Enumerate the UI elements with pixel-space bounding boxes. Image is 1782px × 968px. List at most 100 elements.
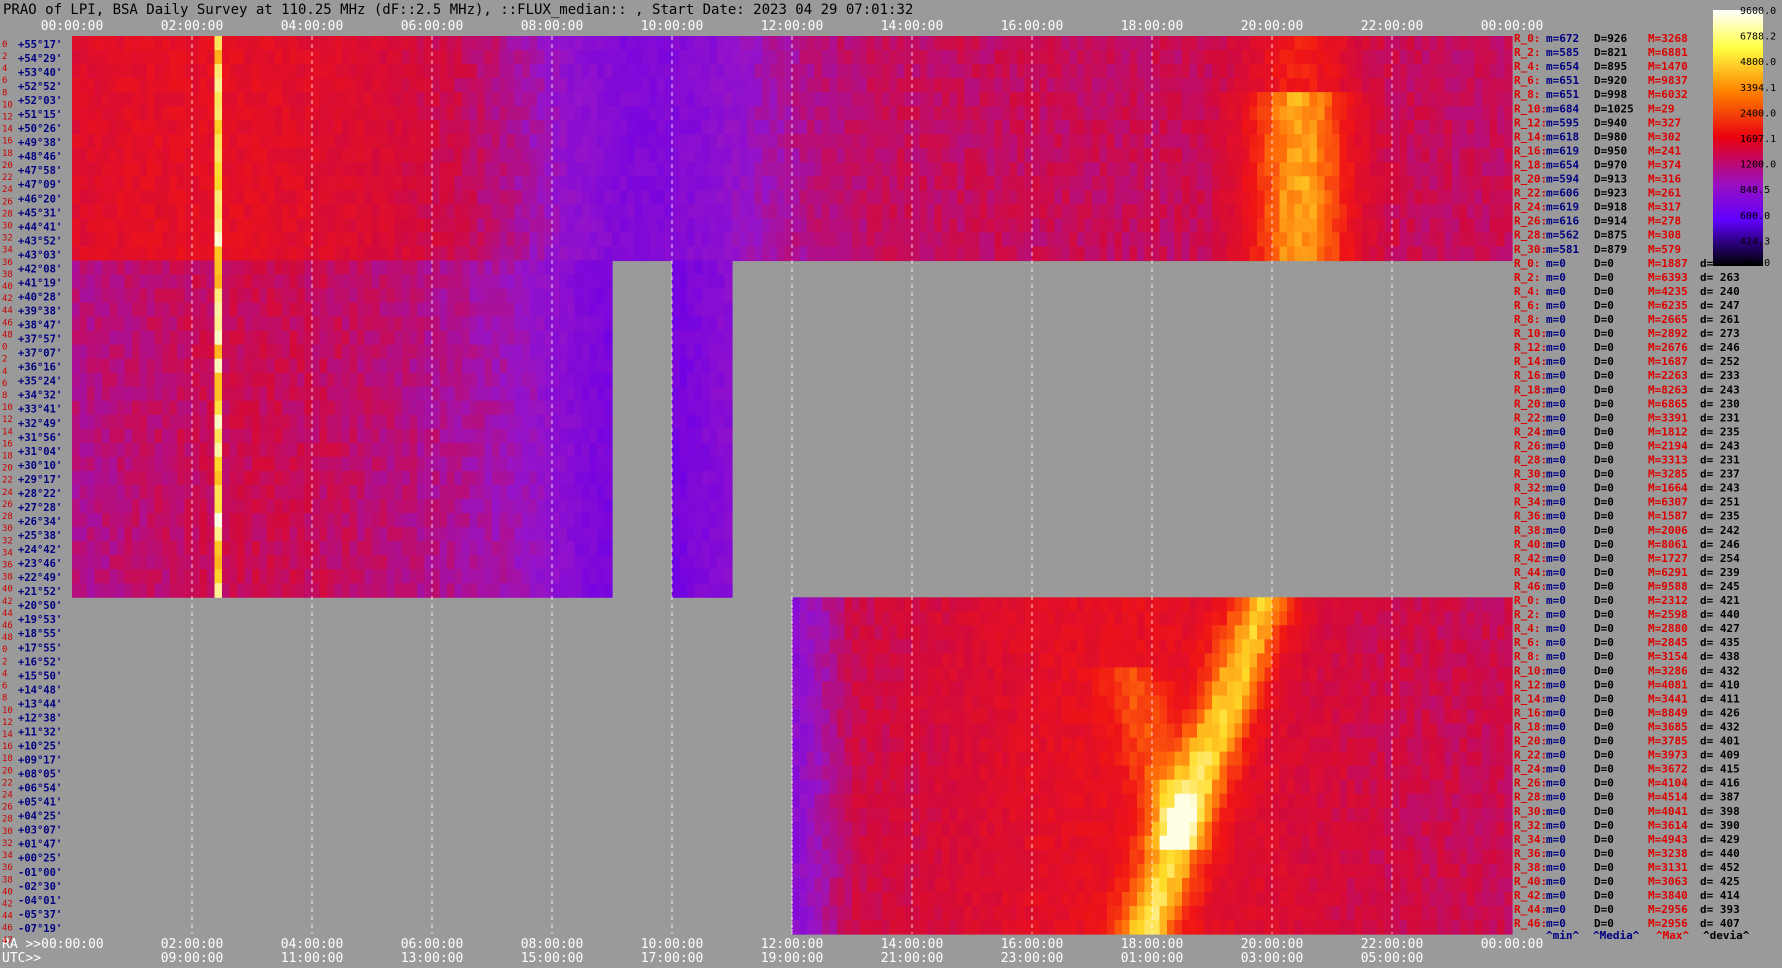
heatmap-cell	[957, 36, 966, 51]
heatmap-cell	[694, 36, 703, 51]
heatmap-cell	[297, 162, 306, 177]
heatmap-cell	[762, 134, 771, 149]
heatmap-cell	[709, 176, 718, 191]
heatmap-cell	[927, 106, 936, 121]
heatmap-cell	[544, 246, 553, 262]
heatmap-cell	[229, 485, 238, 500]
heatmap-cell	[72, 92, 81, 107]
heatmap-cell	[372, 527, 381, 542]
heatmap-cell	[267, 288, 276, 304]
heatmap-cell	[537, 414, 546, 430]
heatmap-cell	[109, 120, 118, 135]
heatmap-cell	[687, 428, 696, 444]
heatmap-cell	[454, 36, 463, 51]
heatmap-cell	[154, 358, 163, 374]
heatmap-cell	[867, 50, 876, 65]
heatmap-cell	[214, 555, 223, 570]
heatmap-cell	[162, 569, 171, 584]
heatmap-cell	[1309, 64, 1318, 79]
heatmap-cell	[387, 485, 396, 500]
heatmap-cell	[387, 274, 396, 290]
heatmap-cell	[1497, 120, 1506, 135]
heatmap-cell	[364, 50, 373, 65]
heatmap-cell	[1174, 148, 1183, 163]
heatmap-cell	[529, 386, 538, 402]
heatmap-cell	[882, 50, 891, 65]
heatmap-cell	[604, 78, 613, 93]
heatmap-cell	[162, 428, 171, 444]
heatmap-cell	[402, 372, 411, 388]
heatmap-cell	[372, 260, 381, 276]
heatmap-cell	[267, 386, 276, 402]
heatmap-cell	[162, 344, 171, 360]
heatmap-cell	[477, 485, 486, 500]
heatmap-cell	[1497, 64, 1506, 79]
heatmap-cell	[1219, 148, 1228, 163]
heatmap-cell	[109, 204, 118, 219]
heatmap-cell	[1407, 246, 1416, 262]
heatmap-cell	[1137, 204, 1146, 219]
heatmap-cell	[372, 232, 381, 247]
heatmap-cell	[709, 36, 718, 51]
heatmap-cell	[154, 400, 163, 416]
heatmap-cell	[484, 232, 493, 247]
heatmap-cell	[1227, 92, 1236, 107]
heatmap-cell	[372, 246, 381, 262]
heatmap-cell	[634, 162, 643, 177]
heatmap-cell	[957, 176, 966, 191]
heatmap-cell	[102, 246, 111, 262]
heatmap-cell	[814, 190, 823, 205]
heatmap-cell	[139, 344, 148, 360]
heatmap-cell	[882, 204, 891, 219]
heatmap-cell	[1272, 64, 1281, 79]
heatmap-cell	[319, 541, 328, 556]
heatmap-cell	[1264, 204, 1273, 219]
heatmap-cell	[222, 288, 231, 304]
heatmap-cell	[537, 428, 546, 444]
heatmap-cell	[72, 120, 81, 135]
heatmap-cell	[447, 513, 456, 528]
heatmap-cell	[207, 555, 216, 570]
heatmap-cell	[402, 246, 411, 262]
heatmap-cell	[1467, 134, 1476, 149]
heatmap-cell	[567, 400, 576, 416]
heatmap-cell	[162, 204, 171, 219]
heatmap-cell	[192, 36, 201, 51]
heatmap-cell	[462, 316, 471, 332]
heatmap-cell	[514, 344, 523, 360]
heatmap-cell	[574, 316, 583, 332]
heatmap-cell	[792, 64, 801, 79]
heatmap-cell	[777, 120, 786, 135]
heatmap-cell	[807, 218, 816, 233]
heatmap-cell	[514, 134, 523, 149]
heatmap-cell	[379, 260, 388, 276]
heatmap-cell	[169, 386, 178, 402]
heatmap-cell	[297, 134, 306, 149]
heatmap-cell	[477, 428, 486, 444]
heatmap-cell	[747, 204, 756, 219]
heatmap-cell	[357, 64, 366, 79]
heatmap-cell	[244, 456, 253, 472]
heatmap-cell	[1032, 64, 1041, 79]
heatmap-cell	[1212, 120, 1221, 135]
heatmap-cell	[169, 358, 178, 374]
heatmap-cell	[627, 134, 636, 149]
heatmap-cell	[1144, 204, 1153, 219]
heatmap-cell	[1077, 162, 1086, 177]
heatmap-cell	[537, 232, 546, 247]
heatmap-cell	[364, 330, 373, 346]
heatmap-cell	[739, 204, 748, 219]
heatmap-cell	[1212, 106, 1221, 121]
heatmap-cell	[259, 456, 268, 472]
heatmap-cell	[342, 513, 351, 528]
heatmap-cell	[1279, 190, 1288, 205]
heatmap-cell	[132, 302, 141, 318]
heatmap-cell	[1189, 218, 1198, 233]
heatmap-cell	[124, 36, 133, 51]
heatmap-cell	[169, 414, 178, 430]
heatmap-cell	[409, 162, 418, 177]
heatmap-cell	[439, 414, 448, 430]
heatmap-cell	[1077, 78, 1086, 93]
heatmap-cell	[732, 92, 741, 107]
heatmap-cell	[484, 583, 493, 598]
